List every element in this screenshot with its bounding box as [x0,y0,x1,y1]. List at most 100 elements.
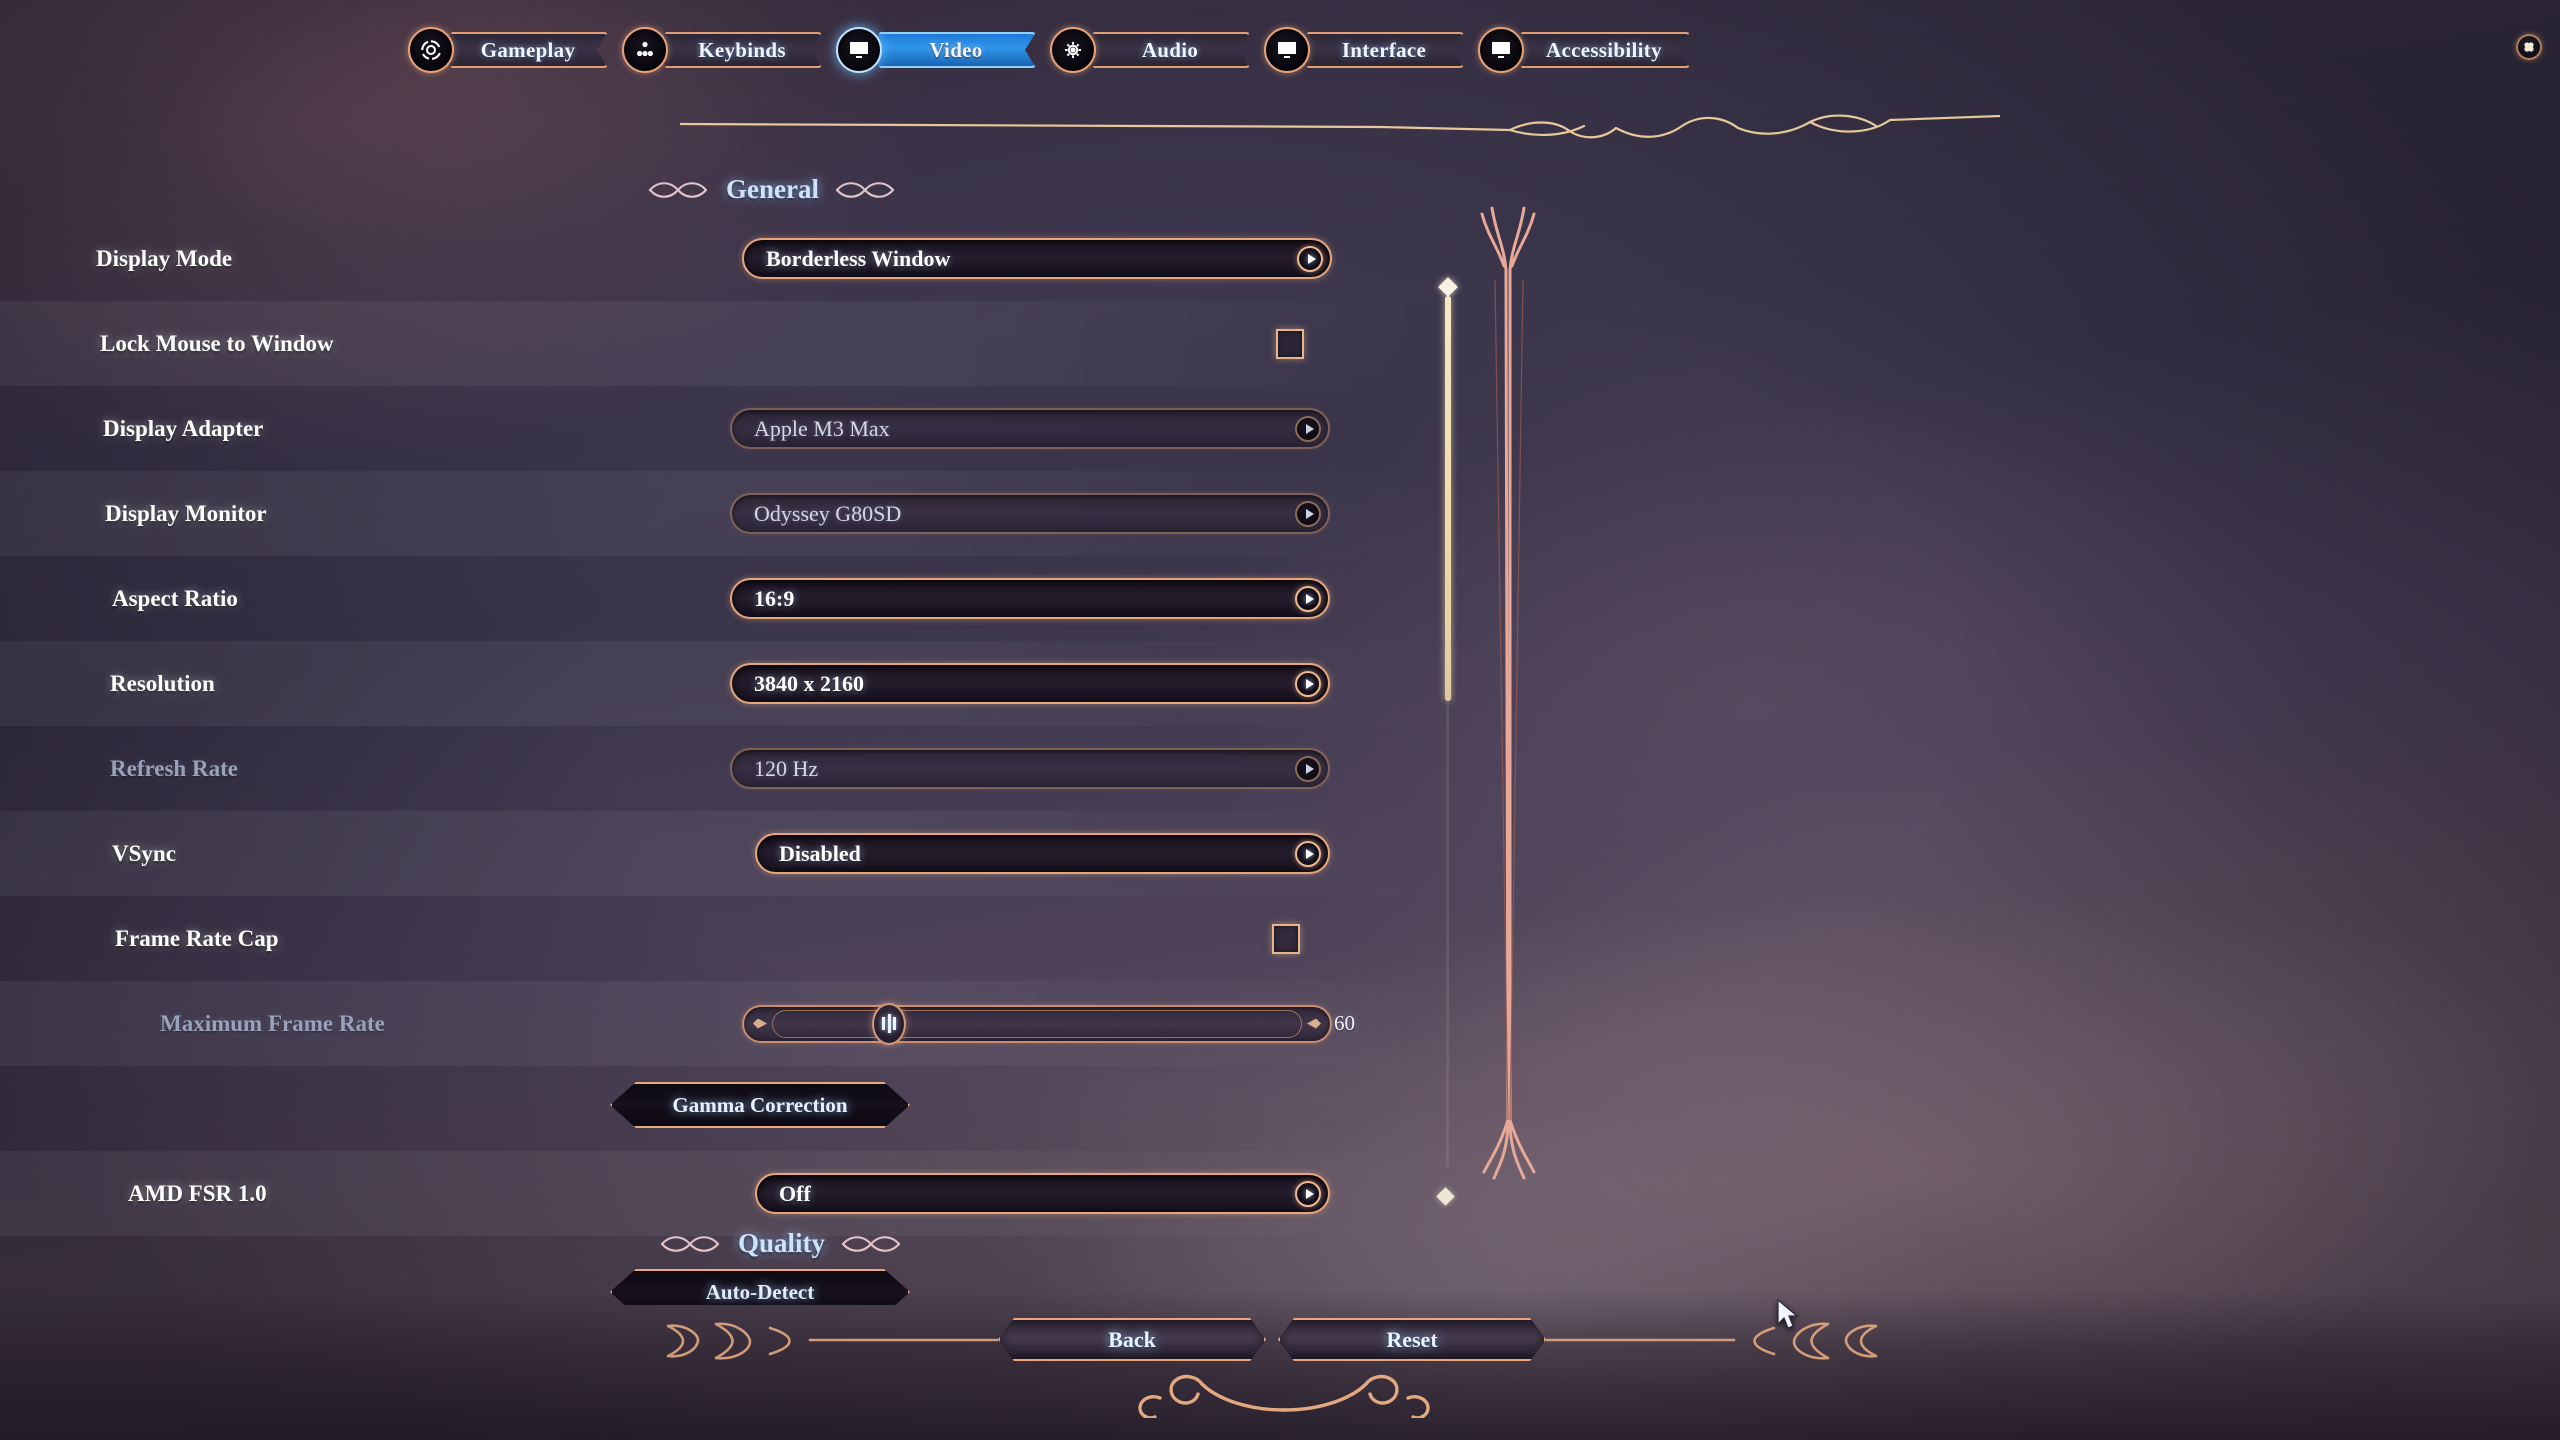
setting-row-display-mode: Display Mode Borderless Window [0,216,1430,301]
section-title: General [726,174,819,204]
back-button[interactable]: Back [998,1318,1266,1361]
chevron-right-icon[interactable] [1295,585,1321,612]
row-label: Lock Mouse to Window [100,330,334,356]
slider-increase-icon[interactable] [1307,1018,1321,1029]
corner-badge-icon[interactable] [2516,34,2542,60]
slider-value: 60 [1334,1011,1355,1035]
scrollbar-top-marker-icon [1438,277,1458,297]
tab-label: Video [929,37,983,62]
gamma-correction-button[interactable]: Gamma Correction [610,1082,910,1128]
tab-label: Interface [1341,37,1427,62]
section-header-quality: Quality [660,1228,903,1259]
dropdown-value: 16:9 [754,585,795,611]
setting-row-amd-fsr: AMD FSR 1.0 Off [0,1151,1430,1236]
slider-handle[interactable] [872,1002,906,1045]
row-label: AMD FSR 1.0 [128,1180,267,1206]
footer-braid-right-icon [1546,1322,1878,1360]
tab-video[interactable]: Video [836,26,1036,74]
row-label: Resolution [110,670,215,696]
tab-label: Gameplay [480,37,576,62]
row-label: Refresh Rate [110,755,238,781]
tab-accessibility[interactable]: Accessibility [1478,26,1690,74]
footer-braid-left-icon [666,1322,998,1360]
tab-label: Audio [1141,37,1199,62]
setting-row-display-monitor: Display Monitor Odyssey G80SD [0,471,1430,556]
gears-icon [408,27,454,73]
section-header-general: General [648,174,897,205]
setting-row-maximum-frame-rate: Maximum Frame Rate 60 [0,981,1430,1066]
tab-label: Keybinds [698,37,786,62]
tab-interface-body[interactable]: Interface [1298,32,1464,68]
display-adapter-dropdown[interactable]: Apple M3 Max [730,408,1330,449]
tab-audio-body[interactable]: Audio [1084,32,1250,68]
setting-row-gamma-correction: Gamma Correction [0,1066,1430,1151]
chevron-right-icon[interactable] [1295,670,1321,697]
game-settings-screen: Gameplay Keybinds Video Audio Interface … [0,0,2560,1440]
frame-rate-cap-checkbox[interactable] [1272,923,1300,954]
tab-audio[interactable]: Audio [1050,26,1250,74]
tab-keybinds[interactable]: Keybinds [622,26,822,74]
tab-gameplay[interactable]: Gameplay [408,26,608,74]
aspect-ratio-dropdown[interactable]: 16:9 [730,578,1330,619]
chevron-right-icon[interactable] [1295,840,1321,867]
display-mode-dropdown[interactable]: Borderless Window [742,238,1332,279]
refresh-rate-dropdown[interactable]: 120 Hz [730,748,1330,789]
maximum-frame-rate-slider[interactable] [742,1002,1332,1045]
row-label: Display Monitor [105,500,267,526]
footer-bar: Back Reset [0,1290,2560,1440]
flourish-right-icon [841,1235,901,1252]
flourish-left-icon [660,1235,720,1252]
setting-row-vsync: VSync Disabled [0,811,1430,896]
gamma-correction-label: Gamma Correction [672,1092,848,1117]
chevron-right-icon[interactable] [1297,245,1323,272]
row-label: VSync [112,840,176,866]
dropdown-value: Apple M3 Max [754,415,890,441]
dropdown-value: Disabled [779,840,861,866]
row-label: Maximum Frame Rate [160,1010,385,1036]
slider-track[interactable] [772,1009,1302,1038]
vsync-dropdown[interactable]: Disabled [755,833,1330,874]
amd-fsr-dropdown[interactable]: Off [755,1173,1330,1214]
dropdown-value: 120 Hz [754,755,819,781]
dropdown-value: Odyssey G80SD [754,500,902,526]
resolution-dropdown[interactable]: 3840 x 2160 [730,663,1330,704]
section-title: Quality [738,1228,826,1258]
setting-row-refresh-rate: Refresh Rate 120 Hz [0,726,1430,811]
monitor-icon [1264,27,1310,73]
row-label: Display Adapter [103,415,264,441]
reset-button[interactable]: Reset [1278,1318,1546,1361]
monitor-icon [1478,27,1524,73]
back-label: Back [1108,1326,1156,1352]
settings-tab-bar: Gameplay Keybinds Video Audio Interface … [408,26,1704,74]
ornamental-vine-icon [1480,206,1536,1180]
ornamental-divider [680,114,2000,139]
chevron-right-icon[interactable] [1295,415,1321,442]
tab-keybinds-body[interactable]: Keybinds [656,32,822,68]
setting-row-lock-mouse: Lock Mouse to Window [0,301,1430,386]
tab-gameplay-body[interactable]: Gameplay [442,32,608,68]
chevron-right-icon[interactable] [1295,500,1321,527]
flourish-left-icon [648,181,708,198]
settings-list: Display Mode Borderless Window Lock Mous… [0,216,1430,1236]
speaker-icon [1050,27,1096,73]
slider-decrease-icon[interactable] [753,1018,767,1029]
chevron-right-icon[interactable] [1295,755,1321,782]
mouse-cursor-icon [1777,1298,1799,1329]
setting-row-frame-rate-cap: Frame Rate Cap [0,896,1430,981]
row-label: Aspect Ratio [112,585,238,611]
lock-mouse-checkbox[interactable] [1276,328,1304,359]
chevron-right-icon[interactable] [1295,1180,1321,1207]
setting-row-aspect-ratio: Aspect Ratio 16:9 [0,556,1430,641]
setting-row-display-adapter: Display Adapter Apple M3 Max [0,386,1430,471]
row-label: Frame Rate Cap [115,925,279,951]
dropdown-value: Borderless Window [766,245,951,271]
footer-flourish-icon [1138,1374,1430,1418]
display-monitor-dropdown[interactable]: Odyssey G80SD [730,493,1330,534]
keys-icon [622,27,668,73]
tab-interface[interactable]: Interface [1264,26,1464,74]
flourish-right-icon [835,181,895,198]
scrollbar-thumb[interactable] [1444,296,1451,701]
row-label: Display Mode [96,245,233,271]
tab-accessibility-body[interactable]: Accessibility [1512,32,1690,68]
tab-video-body[interactable]: Video [870,32,1036,68]
